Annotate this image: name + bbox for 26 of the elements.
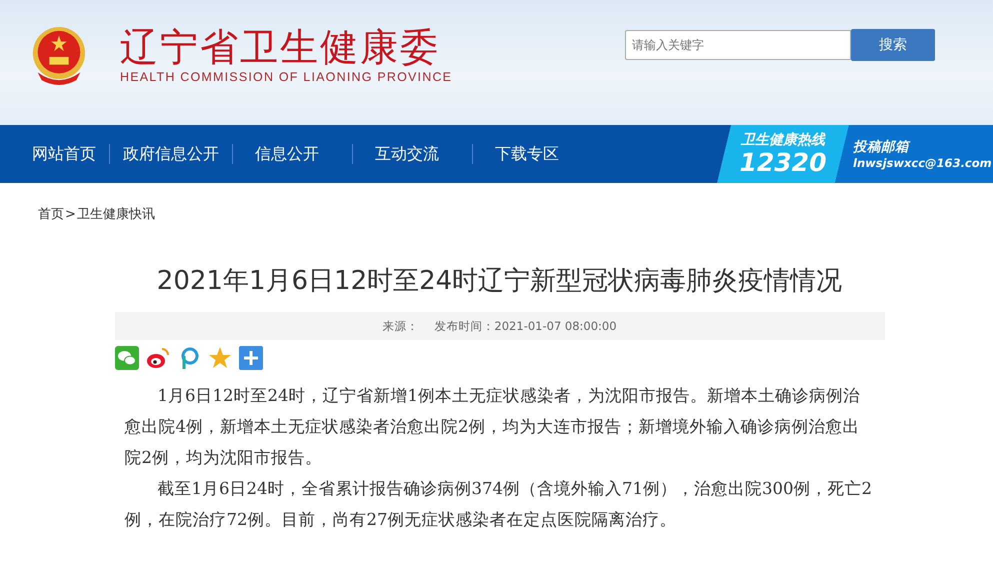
eye-swirl-icon[interactable] — [146, 346, 170, 370]
site-subtitle: HEALTH COMMISSION OF LIAONING PROVINCE — [120, 70, 452, 84]
site-title: 辽宁省卫生健康委 — [120, 26, 441, 68]
nav-link[interactable]: 下载专区 — [472, 144, 592, 164]
breadcrumb-separator: > — [65, 207, 76, 222]
plus-icon[interactable] — [238, 346, 262, 370]
nav-link[interactable]: 互动交流 — [352, 144, 472, 164]
star-icon[interactable] — [208, 346, 232, 370]
breadcrumb-link[interactable]: 卫生健康快讯 — [76, 207, 155, 222]
hotline-label: 卫生健康热线 — [741, 131, 825, 149]
search-button[interactable]: 搜索 — [851, 29, 935, 61]
search-field[interactable]: 请输入关键字 — [625, 30, 851, 60]
nav-link[interactable]: 网站首页 — [32, 144, 109, 164]
mailbox-email: lnwsjswxcc@163.com — [853, 156, 993, 170]
chat-bubbles-icon[interactable] — [114, 346, 138, 370]
emblem-icon — [30, 24, 88, 86]
hotline-number: 12320 — [740, 149, 826, 177]
article-paragraph: 截至1月6日24时，全省累计报告确诊病例374例（含境外输入71例），治愈出院300例，死亡2例，在院治疗72例。目前，尚有27例无症状感染者在定点医院隔离治疗。 — [124, 478, 873, 531]
mailbox-label: 投稿邮箱 — [853, 138, 912, 156]
source-label: 来源： — [382, 318, 418, 334]
article-title: 2021年1月6日12时至24时辽宁新型冠状病毒肺炎疫情情况 — [156, 265, 844, 298]
publish-date: 发布时间：2021-01-07 08:00:00 — [434, 318, 617, 334]
article-paragraph: 1月6日12时至24时，辽宁省新增1例本土无症状感染者，为沈阳市报告。新增本土确诊病例治愈出院4例，新增本土无症状感染者治愈出院2例，均为大连市报告；新增境外输入确诊病例治愈出院2例，均为沈阳市报告。 — [124, 385, 861, 469]
breadcrumb-link[interactable]: 首页 — [38, 207, 64, 222]
nav-link[interactable]: 信息公开 — [232, 144, 352, 164]
nav-link[interactable]: 政府信息公开 — [109, 144, 232, 164]
